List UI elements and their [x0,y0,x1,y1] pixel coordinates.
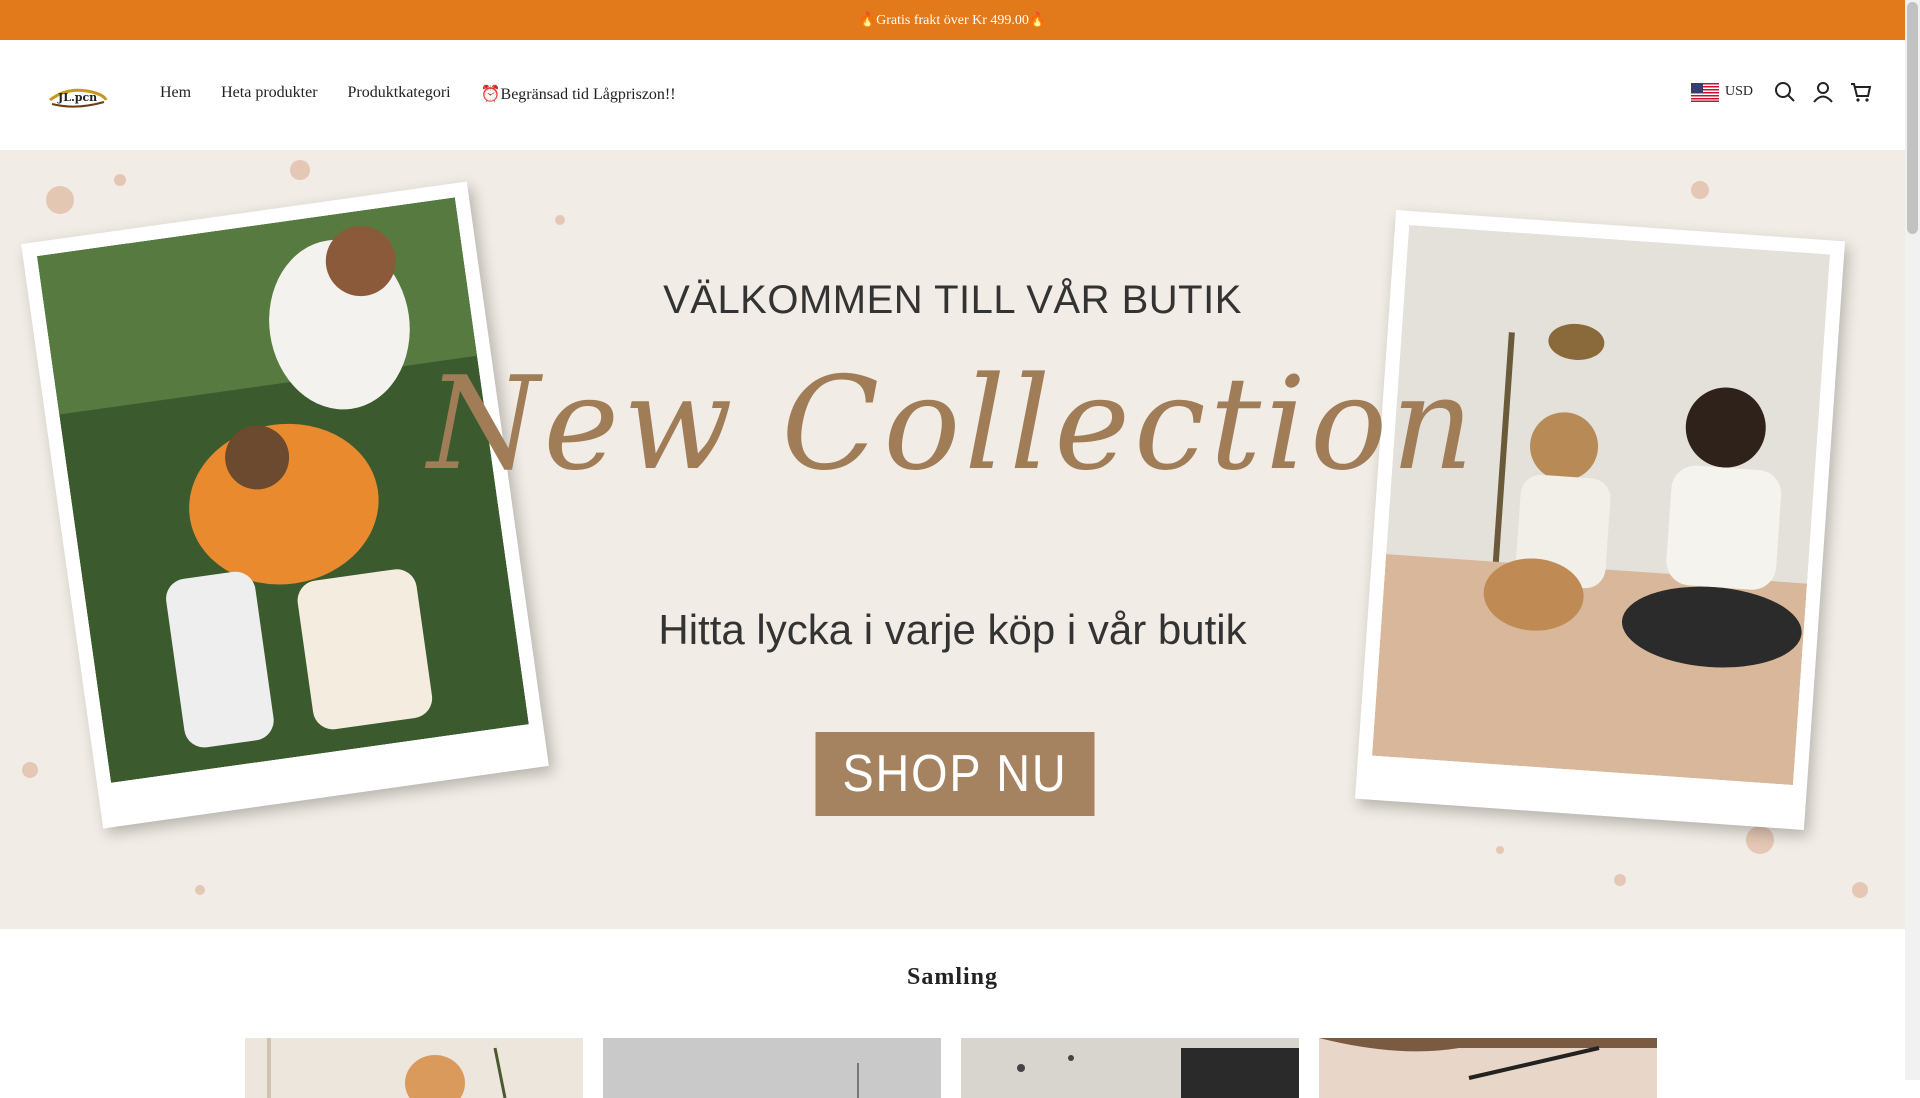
announcement-text: 🔥Gratis frakt över Kr 499.00🔥 [858,12,1047,28]
collection-image-4 [1319,1038,1657,1098]
collection-heading: Samling [906,964,999,990]
search-icon[interactable] [1773,80,1797,104]
cart-icon[interactable] [1849,80,1873,104]
collection-card-2[interactable] [603,1038,941,1098]
announcement-bar: 🔥Gratis frakt över Kr 499.00🔥 [0,0,1905,40]
collection-card-1[interactable] [245,1038,583,1098]
nav-limited-offer[interactable]: ⏰Begränsad tid Lågpriszon!! [481,84,676,104]
currency-selector[interactable]: USD [1690,82,1753,102]
collection-image-2 [603,1038,941,1098]
collection-image-3 [961,1038,1299,1098]
nav-hot-products[interactable]: Heta produkter [221,84,317,104]
collection-card-3[interactable] [961,1038,1299,1098]
currency-label: USD [1724,84,1753,99]
hero-script-title: New Collection [427,350,1478,499]
header-actions: USD [1690,80,1873,104]
svg-text:JL.pcn: JL.pcn [57,91,97,104]
hero-welcome: VÄLKOMMEN TILL VÅR BUTIK [663,278,1242,322]
site-header: JL.pcn Hem Heta produkter Produktkategor… [0,40,1905,151]
shop-now-button[interactable]: SHOP NU [815,732,1095,816]
collection-card-4[interactable] [1319,1038,1657,1098]
hero-banner[interactable]: VÄLKOMMEN TILL VÅR BUTIK New Collection … [0,150,1905,929]
page-scrollbar[interactable] [1905,0,1920,1080]
nav-product-category[interactable]: Produktkategori [348,84,451,104]
main-nav: Hem Heta produkter Produktkategori ⏰Begr… [160,84,706,104]
logo-mark: JL.pcn [49,88,108,108]
scrollbar-thumb[interactable] [1907,2,1918,234]
nav-home[interactable]: Hem [160,84,191,104]
collection-list [245,1038,1677,1098]
collection-image-1 [245,1038,583,1098]
hero-tagline: Hitta lycka i varje köp i vår butik [658,606,1247,653]
store-logo[interactable]: JL.pcn [48,80,108,112]
us-flag-icon [1690,82,1719,102]
account-icon[interactable] [1811,80,1835,104]
